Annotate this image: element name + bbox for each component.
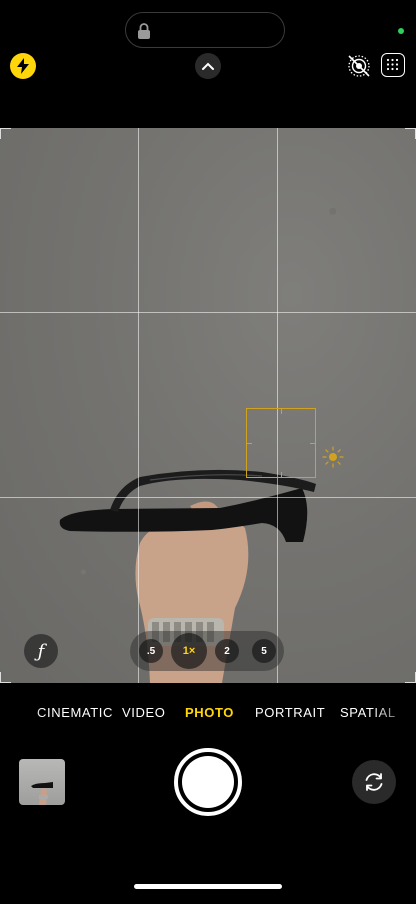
bolt-icon bbox=[17, 58, 29, 74]
capture-mode-picker: CINEMATIC VIDEO PHOTO PORTRAIT SPATIAL bbox=[0, 705, 416, 727]
frame-corner-br bbox=[405, 672, 416, 683]
camera-flip-button[interactable] bbox=[352, 760, 396, 804]
grid-line-h1 bbox=[0, 312, 416, 313]
photographic-styles-button[interactable] bbox=[381, 53, 405, 77]
frame-corner-tl bbox=[0, 128, 11, 139]
last-photo-thumbnail[interactable] bbox=[19, 759, 65, 805]
camera-preview-scene bbox=[59, 469, 316, 683]
thumbnail-image bbox=[31, 782, 53, 805]
zoom-5x-button[interactable]: 5 bbox=[252, 639, 276, 663]
grid-line-v2 bbox=[277, 128, 278, 683]
shutter-button[interactable] bbox=[174, 748, 242, 816]
grid-line-h2 bbox=[0, 497, 416, 498]
zoom-0-5-button[interactable]: .5 bbox=[139, 639, 163, 663]
live-photo-off-icon[interactable] bbox=[346, 53, 372, 79]
home-indicator[interactable] bbox=[134, 884, 282, 889]
zoom-2x-button[interactable]: 2 bbox=[215, 639, 239, 663]
chevron-up-icon bbox=[202, 62, 214, 70]
photographic-styles-icon bbox=[386, 58, 399, 71]
shutter-inner bbox=[182, 756, 234, 808]
aperture-button[interactable]: ƒ bbox=[24, 634, 58, 668]
mode-fade-right bbox=[372, 700, 416, 728]
camera-in-use-indicator bbox=[398, 28, 404, 34]
grid-line-v1 bbox=[138, 128, 139, 683]
sun-icon[interactable] bbox=[322, 446, 344, 468]
mode-fade-left bbox=[0, 700, 44, 728]
viewfinder[interactable]: ƒ .5 1× 2 5 bbox=[0, 128, 416, 683]
camera-controls-toggle[interactable] bbox=[195, 53, 221, 79]
frame-corner-tr bbox=[405, 128, 416, 139]
frame-corner-bl bbox=[0, 672, 11, 683]
mode-portrait[interactable]: PORTRAIT bbox=[255, 705, 325, 720]
zoom-selector: .5 1× 2 5 bbox=[130, 631, 284, 671]
flash-button[interactable] bbox=[10, 53, 36, 79]
dynamic-island bbox=[125, 12, 285, 48]
lock-icon bbox=[138, 23, 150, 39]
mode-cinematic[interactable]: CINEMATIC bbox=[37, 705, 113, 720]
zoom-1x-button[interactable]: 1× bbox=[171, 633, 207, 669]
mode-video[interactable]: VIDEO bbox=[122, 705, 165, 720]
camera-flip-icon bbox=[365, 773, 383, 791]
focus-square bbox=[246, 408, 316, 478]
mode-photo[interactable]: PHOTO bbox=[185, 705, 234, 720]
aperture-icon: ƒ bbox=[37, 640, 45, 662]
